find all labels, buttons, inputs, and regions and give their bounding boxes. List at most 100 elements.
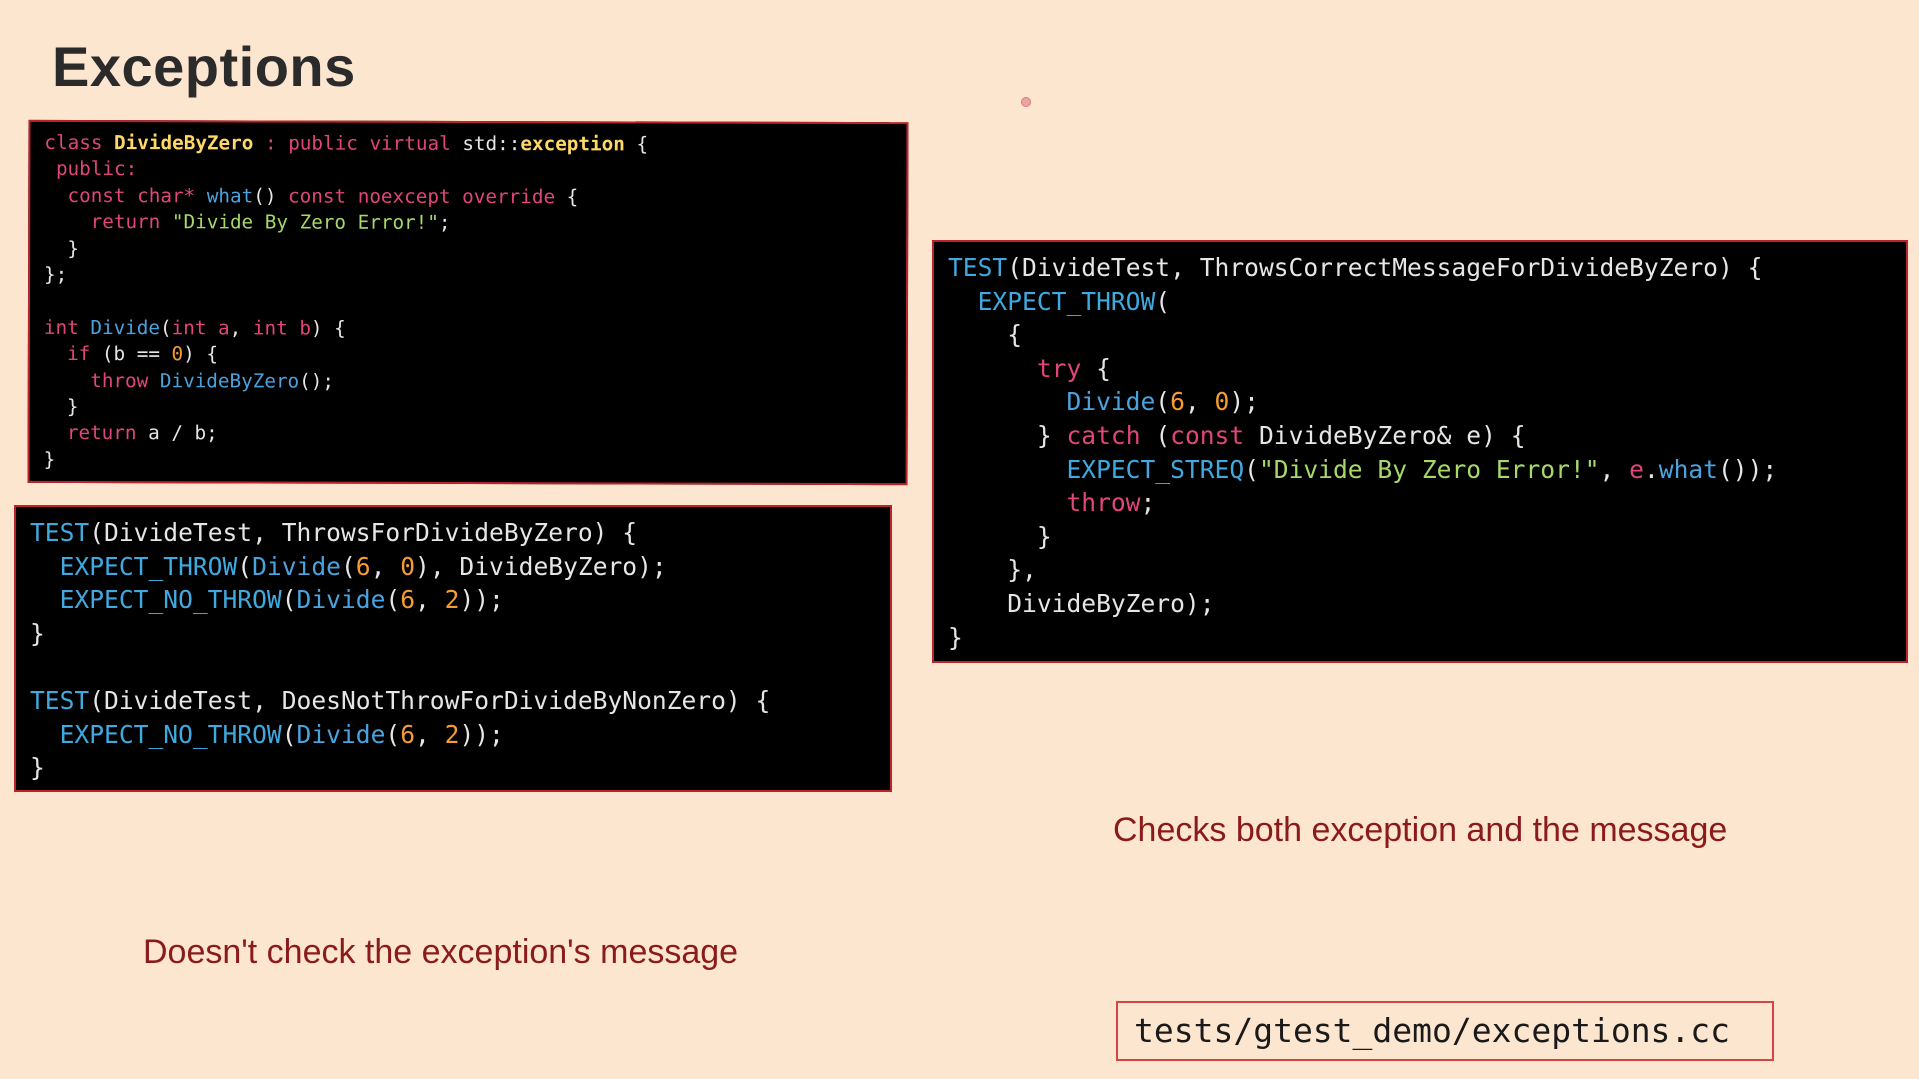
code-token: (DivideTest, ThrowsCorrectMessageForDivi… bbox=[1007, 253, 1763, 282]
code-token: DivideByZero bbox=[114, 131, 254, 155]
pointer-dot bbox=[1021, 97, 1031, 107]
code-line: { bbox=[948, 318, 1906, 352]
code-token: } bbox=[948, 521, 1052, 551]
code-block-class-and-divide: class DivideByZero : public virtual std:… bbox=[27, 119, 909, 486]
code-token: Divide bbox=[948, 387, 1156, 417]
code-token: (); bbox=[299, 369, 335, 393]
code-token: EXPECT_NO_THROW bbox=[30, 719, 282, 749]
code-line: } bbox=[948, 621, 1906, 655]
code-token: } bbox=[44, 236, 79, 260]
code-token: ( bbox=[1140, 420, 1171, 450]
code-token: DivideByZero); bbox=[948, 588, 1215, 618]
code-token: e bbox=[1629, 454, 1644, 484]
code-token: (DivideTest, DoesNotThrowForDivideByNonZ… bbox=[89, 685, 771, 715]
code-token: } bbox=[43, 394, 79, 419]
code-token: ( bbox=[1155, 387, 1171, 417]
code-token: Divide bbox=[90, 315, 161, 340]
code-token: } bbox=[948, 420, 1067, 450]
code-line: } bbox=[44, 394, 906, 423]
code-token: 0 bbox=[400, 551, 416, 581]
code-token: what bbox=[206, 184, 254, 208]
code-token: { bbox=[1081, 353, 1111, 383]
code-token: what bbox=[1658, 454, 1718, 484]
code-line: try { bbox=[948, 352, 1906, 386]
code-token: return bbox=[44, 210, 172, 234]
code-line: EXPECT_NO_THROW(Divide(6, 2)); bbox=[30, 583, 890, 617]
code-token: ), DivideByZero); bbox=[415, 551, 667, 581]
code-token: ()); bbox=[1718, 454, 1778, 484]
code-token: ( bbox=[237, 551, 253, 581]
code-token: } bbox=[30, 753, 45, 783]
code-token: EXPECT_STREQ bbox=[948, 454, 1245, 484]
code-token: () bbox=[253, 184, 289, 208]
code-line: throw DivideByZero(); bbox=[44, 368, 906, 397]
code-token: DivideByZero& e) { bbox=[1244, 420, 1526, 450]
code-token: (b == bbox=[101, 342, 172, 366]
code-token: { bbox=[555, 185, 579, 209]
code-block-test-right: TEST(DivideTest, ThrowsCorrectMessageFor… bbox=[932, 240, 1908, 663]
code-line: } bbox=[30, 617, 890, 651]
code-block-tests-left: TEST(DivideTest, ThrowsForDivideByZero) … bbox=[14, 505, 892, 792]
code-token: throw bbox=[43, 368, 160, 392]
code-token: , bbox=[415, 585, 445, 615]
code-token: , bbox=[229, 316, 253, 340]
code-token: DivideByZero bbox=[159, 368, 300, 393]
code-token: TEST bbox=[30, 685, 90, 715]
code-token: { bbox=[624, 132, 649, 156]
code-token: 6 bbox=[1170, 387, 1185, 417]
code-token: , bbox=[415, 719, 445, 749]
code-token: class bbox=[44, 130, 115, 155]
code-token: EXPECT_NO_THROW bbox=[30, 585, 282, 615]
code-line: } catch (const DivideByZero& e) { bbox=[948, 419, 1906, 453]
code-line: int Divide(int a, int b) { bbox=[44, 315, 906, 344]
code-token: 6 bbox=[400, 585, 415, 615]
code-token: )); bbox=[459, 585, 504, 615]
code-token: public: bbox=[44, 157, 138, 181]
code-token: , bbox=[1599, 454, 1630, 484]
code-token: EXPECT_THROW bbox=[30, 551, 238, 581]
code-token: ) { bbox=[310, 316, 346, 340]
code-line: DivideByZero); bbox=[948, 587, 1906, 621]
code-token: 6 bbox=[355, 551, 371, 581]
code-token: : public virtual bbox=[253, 131, 463, 155]
code-line: class DivideByZero : public virtual std:… bbox=[44, 130, 906, 159]
code-line: if (b == 0) { bbox=[44, 341, 906, 370]
note-right: Checks both exception and the message bbox=[1113, 811, 1728, 849]
code-token: ( bbox=[281, 719, 297, 749]
code-token: { bbox=[948, 320, 1023, 350]
code-token: return bbox=[43, 421, 149, 445]
code-token: ( bbox=[340, 551, 356, 581]
slide-title: Exceptions bbox=[52, 35, 356, 98]
code-token: ( bbox=[159, 316, 172, 340]
file-path-label: tests/gtest_demo/exceptions.cc bbox=[1116, 1001, 1774, 1061]
code-token: ( bbox=[385, 719, 401, 749]
code-line: EXPECT_STREQ("Divide By Zero Error!", e.… bbox=[948, 453, 1906, 487]
code-token: int bbox=[252, 316, 300, 340]
code-token: , bbox=[1184, 387, 1215, 417]
code-token: throw bbox=[948, 488, 1141, 518]
note-left: Doesn't check the exception's message bbox=[143, 933, 739, 971]
code-line: public: bbox=[44, 156, 906, 185]
code-line: }; bbox=[44, 262, 906, 291]
code-token: catch bbox=[1066, 420, 1141, 450]
code-token: EXPECT_THROW bbox=[948, 286, 1156, 316]
code-token: } bbox=[43, 447, 56, 471]
code-line: } bbox=[44, 236, 906, 265]
code-token: a / b; bbox=[148, 421, 218, 445]
code-token: "Divide By Zero Error!" bbox=[171, 210, 439, 235]
code-token: } bbox=[948, 622, 963, 652]
code-line: EXPECT_THROW( bbox=[948, 285, 1906, 319]
code-token: }, bbox=[948, 555, 1037, 585]
code-line: } bbox=[948, 520, 1906, 554]
code-token: std:: bbox=[462, 131, 521, 156]
code-token: 2 bbox=[444, 719, 460, 749]
code-token: ); bbox=[1229, 387, 1259, 417]
code-token: b bbox=[299, 316, 311, 340]
code-line: } bbox=[30, 751, 890, 785]
code-token: const char* bbox=[44, 183, 207, 208]
code-token: ( bbox=[281, 585, 297, 615]
code-token: ; bbox=[438, 211, 451, 235]
code-line: throw; bbox=[948, 486, 1906, 520]
code-line: const char* what() const noexcept overri… bbox=[44, 183, 906, 212]
